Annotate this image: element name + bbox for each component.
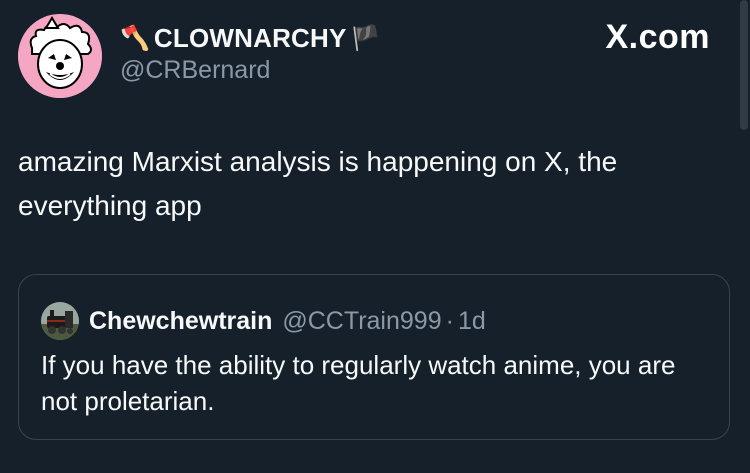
- author-name-row[interactable]: 🪓 CLOWNARCHY 🏴: [120, 20, 380, 56]
- quoted-author-display-name[interactable]: Chewchewtrain: [89, 307, 272, 336]
- quoted-tweet-header: Chewchewtrain @CCTrain999 · 1d: [41, 301, 486, 341]
- quoted-author-avatar[interactable]: [41, 302, 79, 340]
- quoted-tweet-timestamp[interactable]: 1d: [458, 307, 486, 336]
- clown-face-avatar-icon: [18, 14, 102, 98]
- author-avatar[interactable]: [18, 14, 102, 98]
- author-handle[interactable]: @CRBernard: [120, 56, 270, 85]
- quoted-tweet-text: If you have the ability to regularly wat…: [41, 350, 676, 416]
- meta-separator: ·: [445, 306, 454, 335]
- quoted-author-handle[interactable]: @CCTrain999: [282, 307, 441, 336]
- tweet-card: 🪓 CLOWNARCHY 🏴 @CRBernard X.com amazing …: [0, 0, 750, 473]
- black-flag-icon: 🏴: [350, 24, 381, 52]
- steam-train-avatar-icon: [41, 302, 79, 340]
- axe-icon: 🪓: [120, 24, 150, 52]
- tweet-text: amazing Marxist analysis is happening on…: [18, 146, 618, 221]
- scrollbar[interactable]: [740, 0, 748, 130]
- quoted-tweet[interactable]: Chewchewtrain @CCTrain999 · 1d If you ha…: [18, 274, 730, 440]
- site-label: X.com: [605, 18, 710, 56]
- author-display-name[interactable]: CLOWNARCHY: [154, 23, 347, 54]
